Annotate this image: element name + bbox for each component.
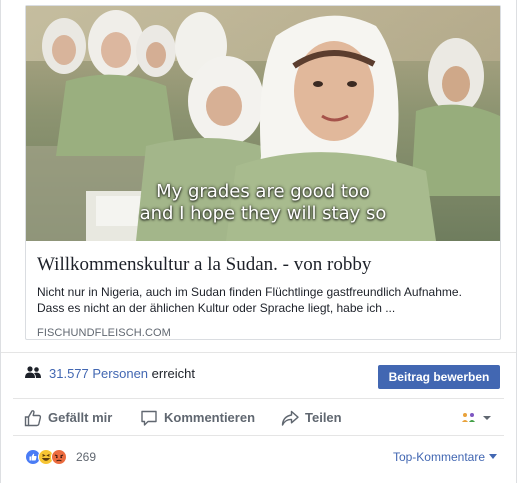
- boost-post-button[interactable]: Beitrag bewerben: [378, 365, 500, 389]
- reaction-audience-selector[interactable]: [461, 411, 495, 425]
- reaction-count[interactable]: 269: [76, 449, 96, 465]
- reach-count[interactable]: 31.577 Personen: [49, 366, 148, 381]
- link-title[interactable]: Willkommenskultur a la Sudan. - von robb…: [37, 253, 489, 277]
- comment-sort-label: Top-Kommentare: [392, 450, 485, 464]
- share-button[interactable]: Teilen: [281, 408, 361, 428]
- share-icon: [281, 410, 299, 426]
- comment-icon: [141, 410, 157, 426]
- comment-button[interactable]: Kommentieren: [140, 408, 270, 428]
- link-description: Nicht nur in Nigeria, auch im Sudan find…: [37, 285, 462, 315]
- comment-sort-dropdown[interactable]: Top-Kommentare: [393, 449, 497, 465]
- reach-suffix: erreicht: [148, 366, 195, 381]
- reaction-icons[interactable]: [25, 449, 75, 465]
- angry-reaction-icon: [51, 449, 67, 465]
- chevron-down-icon: [489, 454, 497, 460]
- people-icon: [25, 366, 41, 378]
- video-caption-line-2: and I hope they will stay so: [139, 203, 387, 224]
- audience-icon: [462, 413, 491, 422]
- link-domain: FISCHUNDFLEISCH.COM: [37, 327, 171, 339]
- comment-label: Kommentieren: [164, 410, 256, 425]
- link-preview[interactable]: My grades are good too and I hope they w…: [25, 5, 501, 340]
- actions-row: Gefällt mir Kommentieren Teilen: [13, 398, 504, 436]
- thumbs-up-icon: [24, 410, 42, 427]
- reach-row: 31.577 Personen erreicht Beitrag bewerbe…: [1, 352, 516, 396]
- post-card: My grades are good too and I hope they w…: [0, 0, 517, 483]
- link-body: Willkommenskultur a la Sudan. - von robb…: [26, 241, 500, 339]
- reactions-row: 269 Top-Kommentare: [25, 447, 501, 467]
- video-caption-line-1: My grades are good too: [156, 181, 370, 202]
- like-label: Gefällt mir: [48, 410, 113, 425]
- video-thumbnail[interactable]: My grades are good too and I hope they w…: [26, 6, 500, 241]
- like-button[interactable]: Gefällt mir: [24, 408, 124, 428]
- share-label: Teilen: [305, 410, 342, 425]
- reach-text: 31.577 Personen erreicht: [49, 366, 195, 382]
